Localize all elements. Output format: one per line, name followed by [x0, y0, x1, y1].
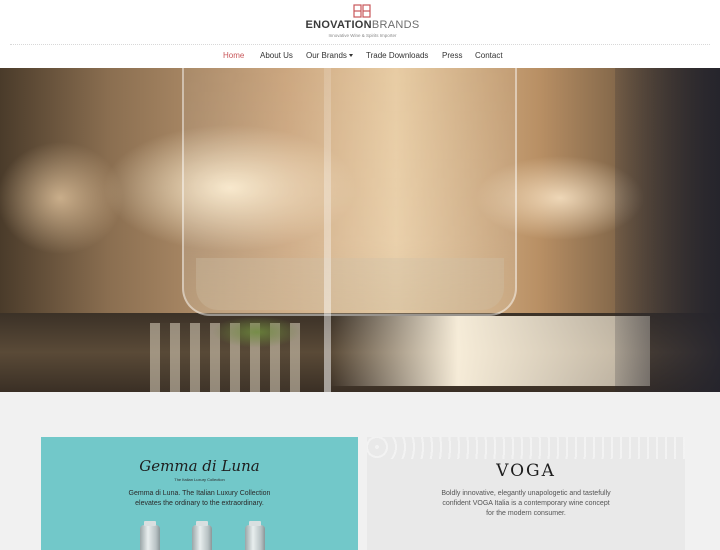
- nav-item-our-brands-label: Our Brands: [306, 51, 347, 60]
- nav-item-contact[interactable]: Contact: [475, 51, 503, 60]
- hero-pour-stream: [324, 68, 331, 392]
- nav-item-press[interactable]: Press: [442, 51, 462, 60]
- main-nav: Home About Us Our Brands Trade Downloads…: [0, 51, 720, 65]
- voga-desc-line-2: confident VOGA Italia is a contemporary …: [442, 500, 610, 507]
- header-divider: [10, 44, 710, 45]
- brand-card-voga[interactable]: VOGA Boldly innovative, elegantly unapol…: [367, 437, 685, 550]
- brand-name-part2: BRANDS: [371, 19, 420, 31]
- gemma-di-luna-logo: Gemma di Luna: [139, 457, 260, 475]
- brand-logo-mark-icon: [353, 4, 371, 18]
- nav-item-our-brands[interactable]: Our Brands: [306, 51, 353, 60]
- bottle-image: [192, 521, 212, 550]
- site-header: ENOVATIONBRANDS Innovative Wine & Spirit…: [0, 0, 720, 68]
- bottle-cap: [249, 521, 261, 526]
- brand-tagline: Innovative Wine & Spirits Importer: [328, 33, 397, 38]
- hero-glass: [182, 68, 517, 316]
- voga-desc-line-3: for the modern consumer.: [486, 510, 566, 517]
- nav-item-trade-downloads[interactable]: Trade Downloads: [366, 51, 428, 60]
- voga-description: Boldly innovative, elegantly unapologeti…: [367, 489, 685, 519]
- brand-logo[interactable]: ENOVATIONBRANDS Innovative Wine & Spirit…: [300, 4, 425, 40]
- gemma-di-luna-tagline: The Italian Luxury Collection: [174, 477, 225, 482]
- hero-window-light: [330, 316, 650, 386]
- bottle-cap: [144, 521, 156, 526]
- hero-plant: [212, 316, 302, 348]
- hero-dark-edge: [615, 68, 720, 392]
- gemma-desc-line-2: elevates the ordinary to the extraordina…: [135, 500, 264, 507]
- chevron-down-icon: [348, 54, 353, 58]
- brand-name: ENOVATIONBRANDS: [300, 19, 425, 31]
- bottle-image: [245, 521, 265, 550]
- gemma-di-luna-description: Gemma di Luna. The Italian Luxury Collec…: [41, 489, 358, 509]
- bottle-image: [140, 521, 160, 550]
- gemma-desc-line-1: Gemma di Luna. The Italian Luxury Collec…: [128, 490, 271, 497]
- nav-item-about-us[interactable]: About Us: [260, 51, 293, 60]
- hero-image: [0, 68, 720, 392]
- bottle-cap: [196, 521, 208, 526]
- voga-logo: VOGA: [496, 461, 556, 481]
- brand-name-part1: ENOVATION: [305, 19, 372, 31]
- voga-pattern: [367, 437, 685, 459]
- voga-desc-line-1: Boldly innovative, elegantly unapologeti…: [441, 490, 611, 497]
- nav-item-home[interactable]: Home: [223, 51, 244, 60]
